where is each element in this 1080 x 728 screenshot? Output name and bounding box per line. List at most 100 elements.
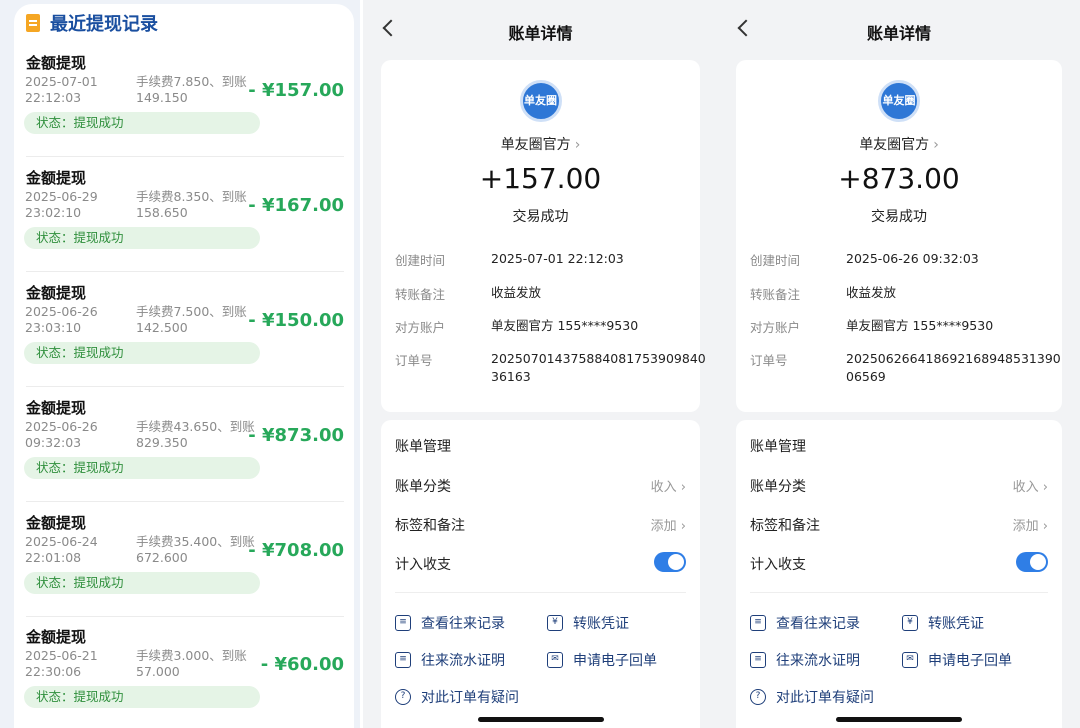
records-header: 最近提现记录	[14, 4, 354, 42]
yen-voucher-icon: ¥	[902, 615, 918, 631]
withdraw-record[interactable]: 金额提现 2025-06-29 23:02:10 手续费8.350、到账158.…	[14, 157, 354, 272]
chevron-right-icon: ›	[1042, 480, 1048, 495]
record-date: 2025-06-24 22:01:08	[25, 534, 98, 565]
nav-bar: 账单详情	[363, 0, 718, 58]
transaction-summary-card: 单友圈 单友圈官方 › +157.00 交易成功 创建时间 2025-07-01 2…	[381, 60, 706, 412]
record-fee: 手续费8.350、到账158.650	[136, 189, 247, 220]
transaction-status: 交易成功	[871, 209, 927, 225]
action-label: 往来流水证明	[421, 653, 505, 669]
flow-certificate-button[interactable]: ≡ 往来流水证明	[395, 650, 505, 670]
record-title: 金额提现	[26, 169, 87, 187]
record-title: 金额提现	[26, 514, 87, 532]
bill-management-title: 账单管理	[750, 439, 806, 455]
count-in-budget-toggle[interactable]	[1016, 552, 1048, 572]
field-value[interactable]: 20250701437588408175390984036163	[491, 350, 713, 386]
transaction-amount: +157.00	[479, 162, 602, 195]
flow-certificate-button[interactable]: ≡ 往来流水证明	[750, 650, 860, 670]
row-label: 账单分类	[750, 479, 806, 495]
divider	[395, 592, 686, 593]
question-icon: ?	[395, 689, 411, 705]
record-fee: 手续费43.650、到账829.350	[136, 419, 255, 450]
record-title: 金额提现	[26, 399, 87, 417]
order-question-button[interactable]: ? 对此订单有疑问	[750, 687, 874, 707]
question-icon: ?	[750, 689, 766, 705]
merchant-name-link[interactable]: 单友圈官方 ›	[381, 134, 700, 154]
transfer-voucher-button[interactable]: ¥ 转账凭证	[547, 613, 629, 633]
tags-notes-row[interactable]: 标签和备注 添加 ›	[395, 515, 686, 535]
transaction-status: 交易成功	[512, 209, 569, 225]
record-title: 金额提现	[26, 628, 87, 646]
record-date: 2025-06-21 22:30:06	[25, 648, 98, 679]
count-in-budget-toggle[interactable]	[654, 552, 686, 572]
field-value: 单友圈官方 155****9530	[846, 318, 994, 333]
bill-category-value: 收入	[1012, 480, 1039, 495]
action-label: 往来流水证明	[776, 653, 860, 669]
withdraw-record[interactable]: 金额提现 2025-07-01 22:12:03 手续费7.850、到账149.…	[14, 42, 354, 157]
bill-detail-panel: 账单详情 单友圈 单友圈官方 › +157.00 交易成功 创建时间 2025-07…	[363, 0, 718, 728]
action-label: 查看往来记录	[421, 616, 505, 632]
e-receipt-button[interactable]: ✉ 申请电子回单	[902, 650, 1012, 670]
record-fee: 手续费3.000、到账57.000	[136, 648, 247, 679]
tags-notes-row[interactable]: 标签和备注 添加 ›	[750, 515, 1048, 535]
page-title: 账单详情	[866, 24, 931, 43]
withdraw-record[interactable]: 金额提现 2025-06-26 23:03:10 手续费7.500、到账142.…	[14, 272, 354, 387]
record-amount: - ¥167.00	[248, 195, 344, 216]
field-value[interactable]: 20250626641869216894853139006569	[846, 350, 1068, 386]
field-label: 订单号	[395, 353, 433, 368]
count-in-budget-row: 计入收支	[750, 552, 1048, 574]
record-status-badge: 状态：提现成功	[24, 227, 260, 249]
action-label: 转账凭证	[928, 616, 984, 632]
merchant-logo: 单友圈	[878, 80, 920, 122]
merchant-name: 单友圈官方	[500, 137, 571, 153]
document-icon: ≡	[750, 652, 766, 668]
transfer-voucher-button[interactable]: ¥ 转账凭证	[902, 613, 984, 633]
view-history-button[interactable]: ≡ 查看往来记录	[750, 613, 860, 633]
home-indicator	[477, 717, 604, 722]
bill-management-card: 账单管理 账单分类 收入 › 标签和备注 添加 › 计入收支 ≡ 查看往来记录 ¥ 转账…	[736, 420, 1062, 728]
record-status-badge: 状态：提现成功	[24, 457, 260, 479]
field-label: 对方账户	[750, 320, 801, 335]
withdraw-record[interactable]: 金额提现 2025-06-24 22:01:08 手续费35.400、到账672…	[14, 502, 354, 617]
record-amount: - ¥157.00	[248, 80, 344, 101]
withdraw-records-card: 最近提现记录 金额提现 2025-07-01 22:12:03 手续费7.850…	[14, 4, 354, 728]
bill-management-card: 账单管理 账单分类 收入 › 标签和备注 添加 › 计入收支 ≡ 查看往来记录 ¥ 转账…	[381, 420, 700, 728]
nav-bar: 账单详情	[718, 0, 1080, 58]
chevron-right-icon: ›	[1042, 519, 1048, 534]
row-label: 计入收支	[395, 557, 451, 573]
withdraw-record[interactable]: 金额提现 2025-06-26 09:32:03 手续费43.650、到账829…	[14, 387, 354, 502]
yen-voucher-icon: ¥	[547, 615, 563, 631]
chevron-right-icon: ›	[680, 519, 686, 534]
bill-category-row[interactable]: 账单分类 收入 ›	[395, 476, 686, 496]
field-label: 转账备注	[395, 287, 446, 302]
field-value: 2025-07-01 22:12:03	[491, 251, 624, 266]
home-indicator	[836, 717, 962, 722]
record-status-badge: 状态：提现成功	[24, 686, 260, 708]
receipt-icon: ≡	[750, 615, 766, 631]
field-value: 收益发放	[491, 285, 542, 300]
view-history-button[interactable]: ≡ 查看往来记录	[395, 613, 505, 633]
record-title: 金额提现	[26, 284, 87, 302]
action-label: 查看往来记录	[776, 616, 860, 632]
record-fee: 手续费35.400、到账672.600	[136, 534, 255, 565]
document-icon: ≡	[395, 652, 411, 668]
count-in-budget-row: 计入收支	[395, 552, 686, 574]
bill-category-row[interactable]: 账单分类 收入 ›	[750, 476, 1048, 496]
record-status-badge: 状态：提现成功	[24, 572, 260, 594]
action-label: 对此订单有疑问	[421, 690, 519, 706]
transaction-amount: +873.00	[838, 162, 960, 195]
e-receipt-button[interactable]: ✉ 申请电子回单	[547, 650, 657, 670]
order-question-button[interactable]: ? 对此订单有疑问	[395, 687, 519, 707]
divider	[750, 592, 1048, 593]
chevron-right-icon: ›	[680, 480, 686, 495]
field-value: 2025-06-26 09:32:03	[846, 251, 979, 266]
receipt-icon: ≡	[395, 615, 411, 631]
chevron-right-icon: ›	[574, 137, 581, 153]
record-amount: - ¥150.00	[248, 310, 344, 331]
tags-notes-value: 添加	[650, 519, 677, 534]
withdraw-record[interactable]: 金额提现 2025-06-21 22:30:06 手续费3.000、到账57.0…	[14, 616, 354, 728]
page-title: 账单详情	[508, 24, 573, 43]
record-date: 2025-06-26 09:32:03	[25, 419, 98, 450]
row-value: 收入 ›	[1013, 476, 1048, 495]
field-label: 对方账户	[395, 320, 446, 335]
merchant-name-link[interactable]: 单友圈官方 ›	[736, 134, 1062, 154]
